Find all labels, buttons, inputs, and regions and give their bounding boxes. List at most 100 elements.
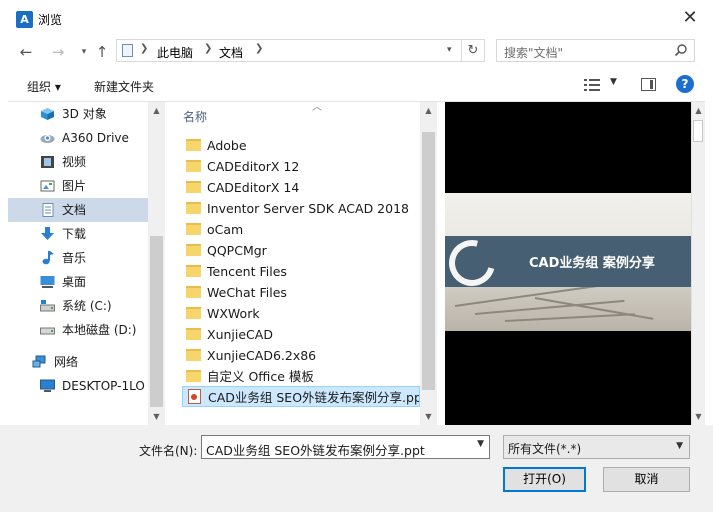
cube-3d-icon xyxy=(41,108,54,120)
preview-pane: CAD业务组 案例分享 xyxy=(445,102,691,425)
list-item[interactable]: Adobe xyxy=(182,135,420,156)
arrow-up-icon: ↑ xyxy=(95,43,109,61)
search-icon[interactable] xyxy=(674,43,688,57)
list-item[interactable]: QQPCMgr xyxy=(182,240,420,261)
sidebar-item-documents[interactable]: 文档 xyxy=(8,198,148,222)
scrollbar-thumb[interactable] xyxy=(422,132,435,390)
refresh-button[interactable]: ↻ xyxy=(462,39,485,62)
file-type-select[interactable]: 所有文件(*.*) ▼ xyxy=(503,435,690,459)
system-drive-icon xyxy=(40,300,55,312)
search-input[interactable]: 搜索"文档" xyxy=(496,39,695,62)
list-item-selected[interactable]: CAD业务组 SEO外链发布案例分享.ppt xyxy=(182,386,420,407)
breadcrumb-separator-icon[interactable]: ❯ xyxy=(204,43,212,54)
file-name: WeChat Files xyxy=(207,285,287,300)
help-icon[interactable]: ? xyxy=(676,75,694,93)
sidebar-item-local-drive[interactable]: 本地磁盘 (D:) xyxy=(8,318,148,342)
filename-field[interactable]: CAD业务组 SEO外链发布案例分享.ppt ▼ xyxy=(201,435,490,459)
folder-icon xyxy=(186,139,201,151)
sidebar-item-downloads[interactable]: 下载 xyxy=(8,222,148,246)
recent-locations-button[interactable]: ▾ xyxy=(74,42,94,62)
close-icon: ✕ xyxy=(682,7,698,28)
address-bar[interactable]: ❯ 此电脑 ❯ 文档 ❯ ▾ xyxy=(116,39,462,62)
breadcrumb-documents[interactable]: 文档 xyxy=(219,44,243,61)
sidebar-item-label: 本地磁盘 (D:) xyxy=(62,323,137,337)
breadcrumb-this-pc[interactable]: 此电脑 xyxy=(157,44,193,61)
chevron-down-icon[interactable]: ▼ xyxy=(477,439,484,449)
view-dropdown-chevron-icon[interactable]: ▼ xyxy=(610,77,617,87)
computer-icon xyxy=(40,379,55,392)
forward-button[interactable]: → xyxy=(48,42,68,62)
scrollbar-thumb[interactable] xyxy=(150,236,163,407)
file-name: oCam xyxy=(207,222,244,237)
view-options-icon[interactable] xyxy=(584,79,600,91)
list-item[interactable]: XunjieCAD6.2x86 xyxy=(182,345,420,366)
navigation-scrollbar[interactable]: ▲ ▼ xyxy=(148,102,165,425)
search-placeholder: 搜索"文档" xyxy=(504,46,564,60)
preview-banner-text: CAD业务组 案例分享 xyxy=(529,256,655,271)
a360-cloud-icon xyxy=(40,135,55,143)
new-folder-button[interactable]: 新建文件夹 xyxy=(94,78,154,95)
sidebar-item-pictures[interactable]: 图片 xyxy=(8,174,148,198)
ring-logo-icon xyxy=(445,231,504,295)
list-item[interactable]: WXWork xyxy=(182,303,420,324)
sidebar-item-a360-drive[interactable]: A360 Drive xyxy=(8,126,148,150)
sidebar-item-system-drive[interactable]: 系统 (C:) xyxy=(8,294,148,318)
file-name: CADEditorX 12 xyxy=(207,159,300,174)
refresh-icon: ↻ xyxy=(467,43,479,58)
sidebar-item-3d-objects[interactable]: 3D 对象 xyxy=(8,102,148,126)
this-pc-icon xyxy=(122,44,133,57)
preview-scrollbar[interactable]: ▲ ▼ xyxy=(691,102,705,425)
folder-icon xyxy=(186,349,201,361)
powerpoint-file-icon xyxy=(188,389,201,404)
sidebar-item-label: 桌面 xyxy=(62,275,87,289)
chevron-down-icon[interactable]: ▼ xyxy=(676,441,683,451)
list-item[interactable]: 自定义 Office 模板 xyxy=(182,366,420,387)
list-item[interactable]: Inventor Server SDK ACAD 2018 xyxy=(182,198,420,219)
scroll-up-icon[interactable]: ▲ xyxy=(148,102,165,119)
file-name: Adobe xyxy=(207,138,247,153)
list-item[interactable]: CADEditorX 12 xyxy=(182,156,420,177)
scroll-down-icon[interactable]: ▼ xyxy=(692,408,705,425)
scroll-up-icon[interactable]: ▲ xyxy=(420,102,437,119)
navigation-bar: ← → ▾ ↑ ❯ 此电脑 ❯ 文档 ❯ ▾ ↻ 搜索"文档" xyxy=(0,36,713,66)
browser-body: 3D 对象 A360 Drive 视频 图片 文档 下载 音乐 桌面 系统 (C… xyxy=(8,101,705,425)
breadcrumb-separator-icon[interactable]: ❯ xyxy=(140,43,148,54)
sidebar-item-desktop[interactable]: 桌面 xyxy=(8,270,148,294)
file-list-scrollbar[interactable]: ▲ ▼ xyxy=(420,102,437,425)
sidebar-item-computer[interactable]: DESKTOP-1LO xyxy=(8,374,148,398)
file-name: WXWork xyxy=(207,306,260,321)
cancel-button[interactable]: 取消 xyxy=(603,467,690,492)
sidebar-item-videos[interactable]: 视频 xyxy=(8,150,148,174)
up-button[interactable]: ↑ xyxy=(92,42,112,62)
sidebar-item-music[interactable]: 音乐 xyxy=(8,246,148,270)
list-item[interactable]: CADEditorX 14 xyxy=(182,177,420,198)
scroll-down-icon[interactable]: ▼ xyxy=(420,408,437,425)
list-item[interactable]: XunjieCAD xyxy=(182,324,420,345)
list-item[interactable]: oCam xyxy=(182,219,420,240)
close-button[interactable]: ✕ xyxy=(667,0,713,36)
list-item[interactable]: Tencent Files xyxy=(182,261,420,282)
folder-icon xyxy=(186,223,201,235)
list-item[interactable]: WeChat Files xyxy=(182,282,420,303)
folder-icon xyxy=(186,370,201,382)
scrollbar-thumb[interactable] xyxy=(693,120,703,142)
file-name: XunjieCAD xyxy=(207,327,273,342)
preview-banner: CAD业务组 案例分享 xyxy=(445,231,691,295)
file-name: Inventor Server SDK ACAD 2018 xyxy=(207,201,409,216)
sidebar-item-label: 下载 xyxy=(62,227,87,241)
sidebar-item-network[interactable]: 网络 xyxy=(8,350,148,374)
scroll-down-icon[interactable]: ▼ xyxy=(148,408,165,425)
file-type-value: 所有文件(*.*) xyxy=(508,442,582,456)
breadcrumb-separator-icon[interactable]: ❯ xyxy=(255,43,263,54)
organize-button[interactable]: 组织 ▾ xyxy=(27,78,61,95)
open-button[interactable]: 打开(O) xyxy=(503,467,586,492)
column-header-name[interactable]: 名称 xyxy=(183,108,207,125)
address-history-chevron-icon[interactable]: ▾ xyxy=(447,45,452,55)
sidebar-item-label: 视频 xyxy=(62,155,87,169)
preview-pane-toggle-icon[interactable] xyxy=(641,78,656,91)
folder-icon xyxy=(186,244,201,256)
sidebar-item-label: DESKTOP-1LO xyxy=(62,379,145,393)
file-name: CAD业务组 SEO外链发布案例分享.ppt xyxy=(208,390,420,405)
back-button[interactable]: ← xyxy=(16,42,36,62)
scroll-up-icon[interactable]: ▲ xyxy=(692,102,705,119)
